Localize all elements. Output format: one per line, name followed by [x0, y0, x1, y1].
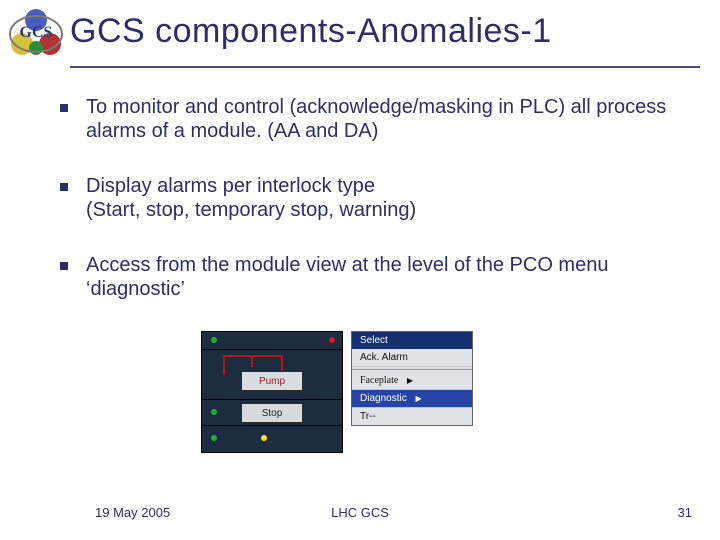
status-dot [211, 435, 217, 441]
menu-item-faceplate[interactable]: Faceplate ▶ [352, 372, 472, 390]
menu-header: Select [352, 332, 472, 349]
bullet-item: To monitor and control (acknowledge/mask… [60, 95, 680, 144]
pipe-line [251, 355, 253, 367]
stop-button[interactable]: Stop [241, 403, 303, 423]
status-dot [261, 435, 267, 441]
slide-root: GCS GCS components-Anomalies-1 To monito… [0, 0, 720, 540]
bullet-item: Access from the module view at the level… [60, 253, 680, 302]
inset-panel [201, 331, 343, 351]
bullet-icon [60, 104, 68, 112]
bullet-text: Display alarms per interlock type (Start… [86, 174, 680, 223]
bullet-icon [60, 183, 68, 191]
menu-item-trend[interactable]: Tr-- [352, 408, 472, 425]
menu-divider [352, 369, 472, 370]
pipe-line [223, 355, 283, 357]
pipe-line [223, 355, 225, 375]
pump-label: Pump [259, 376, 285, 387]
footer-page-number: 31 [678, 505, 692, 520]
bullet-list: To monitor and control (acknowledge/mask… [60, 95, 680, 331]
context-menu[interactable]: Select Ack. Alarm Faceplate ▶ Diagnostic… [351, 331, 473, 426]
title-rule [70, 66, 700, 68]
inset-panel [201, 425, 343, 453]
screenshot-inset: Pump Stop Select Ack. Alarm Faceplate ▶ … [200, 330, 522, 452]
status-dot [211, 337, 217, 343]
menu-item-label: Diagnostic [360, 393, 407, 404]
status-dot [329, 337, 335, 343]
stop-label: Stop [262, 408, 283, 419]
bullet-text: To monitor and control (acknowledge/mask… [86, 95, 680, 144]
menu-item-label: Faceplate [360, 375, 398, 386]
logo-text: GCS [20, 24, 53, 41]
footer-center: LHC GCS [0, 505, 720, 520]
chevron-right-icon: ▶ [407, 376, 413, 385]
bullet-item: Display alarms per interlock type (Start… [60, 174, 680, 223]
status-dot [211, 409, 217, 415]
menu-item-diagnostic[interactable]: Diagnostic ▶ [352, 390, 472, 408]
menu-item-label: Tr-- [360, 411, 376, 422]
slide-title: GCS components-Anomalies-1 [70, 12, 552, 51]
gcs-logo: GCS [8, 6, 64, 62]
bullet-text: Access from the module view at the level… [86, 253, 680, 302]
pump-block: Pump [241, 371, 303, 391]
menu-item-ack-alarm[interactable]: Ack. Alarm [352, 349, 472, 367]
chevron-right-icon: ▶ [415, 394, 421, 403]
bullet-icon [60, 262, 68, 270]
